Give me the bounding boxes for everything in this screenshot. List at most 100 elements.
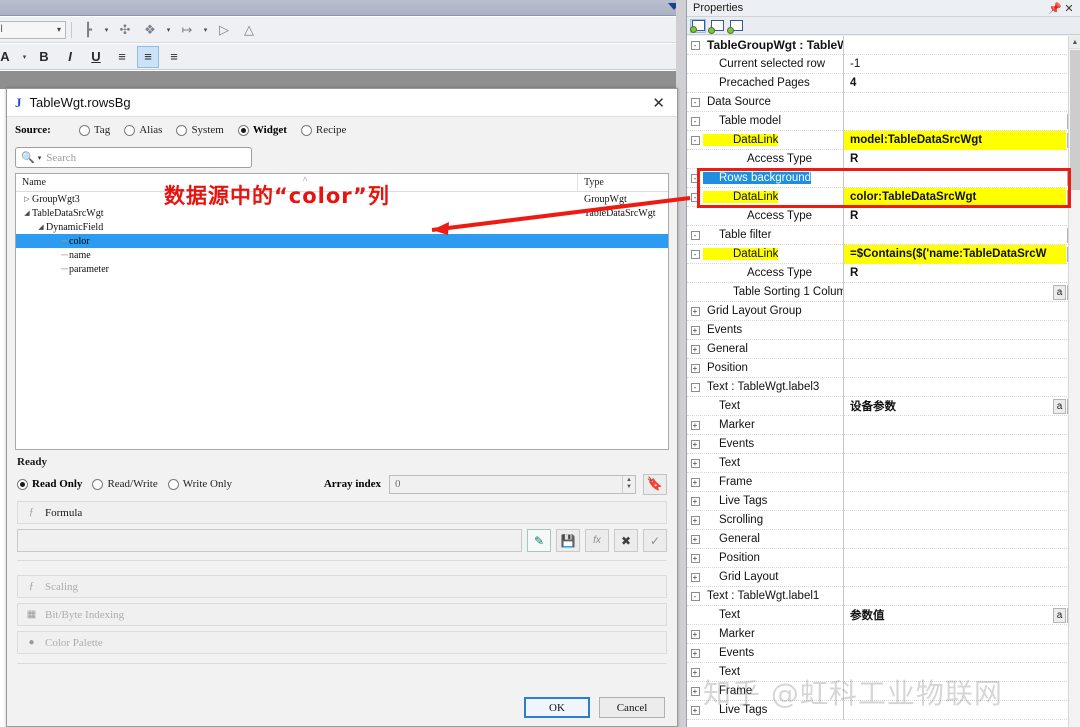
align-right-icon[interactable]: ≡ — [163, 46, 185, 68]
formula-section-header[interactable]: ƒ Formula — [17, 501, 667, 524]
collapse-icon[interactable]: - — [687, 93, 703, 112]
collapse-icon[interactable]: - — [687, 169, 703, 188]
property-value[interactable] — [844, 169, 1080, 188]
property-row[interactable]: Text设备参数a+ — [687, 396, 1080, 416]
source-radio-recipe[interactable]: Recipe — [300, 124, 346, 136]
save-icon[interactable]: 💾 — [556, 529, 580, 552]
property-row[interactable]: + General — [687, 529, 1080, 549]
expand-icon[interactable]: + — [687, 340, 703, 359]
chevron-down-icon[interactable]: ▾ — [20, 46, 29, 68]
expand-icon[interactable]: + — [687, 454, 703, 473]
property-row[interactable]: + Text — [687, 662, 1080, 682]
collapse-icon[interactable]: - — [687, 36, 703, 55]
properties-grid[interactable]: -TableGroupWgt : TableWgtCurrent selecte… — [687, 36, 1080, 727]
property-row[interactable]: Table Sorting 1 Columna+ — [687, 282, 1080, 302]
property-value[interactable]: 参数值 — [844, 606, 1080, 625]
property-row[interactable]: + General — [687, 339, 1080, 359]
expand-icon[interactable]: + — [687, 644, 703, 663]
expand-icon[interactable]: + — [687, 359, 703, 378]
property-value[interactable] — [844, 682, 1080, 701]
resize-icon[interactable]: ❖ — [139, 19, 161, 41]
property-row[interactable]: - Text : TableWgt.label1 — [687, 586, 1080, 606]
property-value[interactable]: 4 — [844, 74, 1080, 93]
expand-icon[interactable]: + — [687, 416, 703, 435]
property-row[interactable]: + Live Tags — [687, 700, 1080, 720]
properties-scrollbar[interactable]: ▲ — [1068, 36, 1080, 727]
property-value[interactable] — [844, 93, 1080, 112]
property-row[interactable]: + Text — [687, 453, 1080, 473]
array-index-input[interactable]: 0 ▲ ▼ — [389, 474, 636, 494]
tree-row[interactable]: ◢ DynamicField — [16, 220, 668, 234]
style-combo[interactable]: el ▾ — [0, 20, 66, 39]
apply-icon[interactable]: ✓ — [643, 529, 667, 552]
expander-icon[interactable]: ▷ — [22, 195, 32, 203]
font-color-icon[interactable]: A — [0, 46, 16, 68]
property-value[interactable]: model:TableDataSrcWgt — [844, 130, 1066, 150]
formula-input[interactable] — [17, 529, 522, 552]
alias-button[interactable]: a — [1053, 399, 1066, 414]
property-row[interactable]: + Events — [687, 643, 1080, 663]
collapse-icon[interactable]: - — [687, 112, 703, 131]
property-value[interactable]: 设备参数 — [844, 397, 1080, 416]
pin-icon[interactable]: 📌 — [1048, 2, 1062, 15]
search-input[interactable]: 🔍 ▾ Search — [15, 147, 252, 168]
expand-icon[interactable]: + — [687, 549, 703, 568]
property-row[interactable]: + Grid Layout Group — [687, 301, 1080, 321]
property-value[interactable] — [844, 644, 1080, 663]
expand-icon[interactable]: + — [687, 435, 703, 454]
expand-icon[interactable]: + — [687, 492, 703, 511]
tag-icon[interactable]: 🔖 — [643, 473, 667, 495]
property-row[interactable]: + Frame — [687, 681, 1080, 701]
property-row[interactable]: -DataLinkcolor:TableDataSrcWgt- — [687, 187, 1080, 207]
property-value[interactable] — [844, 112, 1080, 131]
source-radio-widget[interactable]: Widget — [237, 124, 287, 136]
italic-button[interactable]: I — [59, 46, 81, 68]
close-icon[interactable]: ✕ — [1062, 2, 1076, 15]
expander-icon[interactable]: ◢ — [36, 223, 46, 231]
property-row[interactable]: -Rows background+ — [687, 168, 1080, 188]
property-value[interactable]: =$Contains($('name:TableDataSrcW — [844, 244, 1066, 264]
property-value[interactable] — [844, 302, 1080, 321]
property-value[interactable] — [844, 568, 1080, 587]
expand-icon[interactable]: + — [687, 701, 703, 720]
property-row[interactable]: Precached Pages 4 — [687, 73, 1080, 93]
edit-icon[interactable]: ✎ — [527, 529, 551, 552]
property-value[interactable] — [844, 549, 1080, 568]
add-property-icon[interactable] — [708, 19, 725, 34]
access-radio-read-only[interactable]: Read Only — [17, 478, 82, 490]
underline-button[interactable]: U — [85, 46, 107, 68]
property-row[interactable]: -Table filter+ — [687, 225, 1080, 245]
flip-icon[interactable]: △ — [238, 19, 260, 41]
collapse-icon[interactable]: - — [687, 188, 703, 207]
access-radio-read-write[interactable]: Read/Write — [92, 478, 158, 490]
property-row[interactable]: -TableGroupWgt : TableWgt — [687, 36, 1080, 55]
expand-icon[interactable]: + — [687, 530, 703, 549]
delete-icon[interactable]: ✖ — [614, 529, 638, 552]
property-value[interactable] — [844, 587, 1080, 606]
property-value[interactable] — [844, 435, 1080, 454]
property-value[interactable]: R — [844, 264, 1080, 283]
collapse-icon[interactable]: - — [687, 378, 703, 397]
close-icon[interactable]: ✕ — [648, 94, 669, 112]
property-row[interactable]: + Marker — [687, 415, 1080, 435]
property-row[interactable]: + Position — [687, 548, 1080, 568]
property-row[interactable]: Current selected row -1 — [687, 54, 1080, 74]
remove-property-icon[interactable] — [727, 19, 744, 34]
property-value[interactable] — [844, 340, 1080, 359]
function-icon[interactable]: fx — [585, 529, 609, 552]
access-radio-write-only[interactable]: Write Only — [167, 478, 232, 490]
expand-icon[interactable]: + — [687, 568, 703, 587]
align-center-icon[interactable]: ≡ — [137, 45, 159, 68]
expand-icon[interactable]: + — [687, 682, 703, 701]
ok-button[interactable]: OK — [524, 697, 590, 718]
expand-icon[interactable]: + — [687, 321, 703, 340]
property-value[interactable]: color:TableDataSrcWgt — [844, 187, 1066, 207]
tree-row[interactable]: ─ parameter — [16, 262, 668, 276]
property-row[interactable]: Text参数值a+ — [687, 605, 1080, 625]
property-value[interactable] — [844, 378, 1080, 397]
property-value[interactable] — [844, 511, 1080, 530]
property-value[interactable] — [844, 321, 1080, 340]
color-palette-section-header[interactable]: ● Color Palette — [17, 631, 667, 654]
property-row[interactable]: -Table model+ — [687, 111, 1080, 131]
property-row[interactable]: -DataLinkmodel:TableDataSrcWgt- — [687, 130, 1080, 150]
